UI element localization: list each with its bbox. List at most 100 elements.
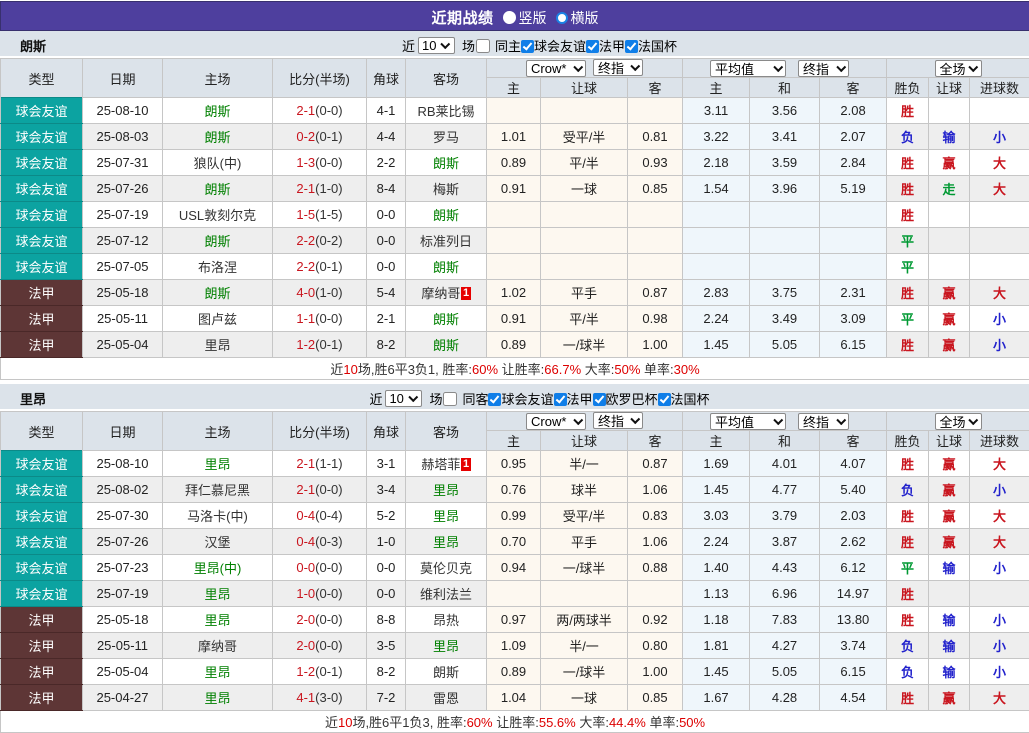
avg-draw: 3.49 [749, 305, 821, 332]
dropdown-Crow*[interactable]: Crow* [526, 413, 586, 430]
score: 1-2(0-1) [272, 658, 367, 685]
result-goals-value: 大 [993, 457, 1007, 472]
header-row-groups: 类型 日期 主场 比分(半场) 角球 客场 Crow* 终指 平均值 终指 全场 [0, 411, 1029, 451]
full-score: 1-1 [296, 311, 316, 326]
away-team-name: 梅斯 [432, 182, 459, 197]
dropdown-10[interactable]: 10 [385, 390, 423, 407]
match-type: 法甲 [0, 658, 83, 685]
full-score: 2-1 [296, 456, 316, 471]
crow-handicap: 平/半 [540, 305, 628, 332]
league-filter[interactable]: 球会友谊 [488, 389, 554, 408]
result-handicap-value: 赢 [942, 338, 956, 353]
layout-radio-horizontal[interactable]: 横版 [555, 8, 599, 28]
checkbox-checked-icon[interactable] [553, 393, 567, 406]
checkbox-checked-icon[interactable] [488, 393, 502, 406]
chevron-down-icon [968, 414, 978, 425]
league-filter[interactable]: 球会友谊 [521, 36, 586, 55]
result-wdl: 胜 [886, 684, 930, 711]
full-score: 0-4 [296, 508, 316, 523]
match-date: 25-05-11 [82, 305, 163, 332]
league-filter-label: 球会友谊 [501, 392, 554, 407]
dropdown-10[interactable]: 10 [417, 37, 455, 54]
radio-horizontal-icon[interactable] [555, 11, 568, 24]
league-filter[interactable]: 法国杯 [625, 36, 677, 55]
dropdown-终指[interactable]: 终指 [798, 412, 850, 430]
match-row: 球会友谊 25-08-10 朗斯 2-1(0-0) 4-1 RB莱比锡 3.11 3.56 2.… [0, 97, 1029, 124]
home-team-name: 图卢兹 [197, 312, 237, 327]
full-score: 2-2 [296, 233, 316, 248]
dropdown-Crow*[interactable]: Crow* [526, 60, 586, 77]
league-filter-label: 法国杯 [638, 39, 678, 54]
result-wdl-value: 负 [901, 483, 915, 498]
radio-vertical-icon[interactable] [502, 11, 516, 24]
checkbox-unchecked-icon[interactable] [443, 391, 458, 406]
dropdown-value: Crow* [531, 61, 567, 76]
avg-home: 3.22 [682, 123, 751, 150]
checkbox-checked-icon[interactable] [586, 40, 600, 53]
result-wdl: 负 [886, 123, 930, 150]
dropdown-终指[interactable]: 终指 [798, 59, 850, 77]
crow-handicap [540, 97, 628, 124]
crow-handicap: 一/球半 [540, 331, 628, 358]
half-score: (0-1) [315, 337, 343, 352]
result-wdl-value: 平 [901, 312, 915, 327]
half-score: (0-1) [315, 664, 343, 679]
col-header: 比分(半场) [272, 58, 367, 98]
half-score: (0-0) [315, 612, 343, 627]
near-label: 近 [369, 392, 383, 407]
score: 1-0(0-0) [272, 580, 367, 607]
checkbox-checked-icon[interactable] [625, 40, 639, 53]
header-group: 全场 [886, 411, 1029, 431]
dropdown-终指[interactable]: 终指 [593, 59, 643, 76]
dropdown-终指[interactable]: 终指 [593, 412, 643, 429]
layout-radio-vertical[interactable]: 竖版 [502, 8, 547, 28]
team-section: 朗斯近 10 场同主 球会友谊 法甲 法国杯 类型 日期 主场 比分(半场) 角球 客场 Crow* 终指… [0, 31, 1029, 380]
score: 1-2(0-1) [272, 331, 367, 358]
avg-draw: 3.75 [749, 279, 821, 306]
checkbox-unchecked-icon[interactable] [475, 38, 490, 53]
crow-away: 0.85 [626, 684, 684, 711]
home-team-name: 马洛卡(中) [187, 509, 248, 524]
corners: 3-4 [366, 476, 406, 503]
avg-away [819, 253, 888, 280]
league-filter[interactable]: 欧罗巴杯 [592, 389, 658, 408]
score: 1-5(1-5) [272, 201, 367, 228]
corners: 2-2 [366, 149, 406, 176]
result-handicap-value: 赢 [942, 457, 956, 472]
result-wdl: 负 [886, 632, 930, 659]
full-score: 2-1 [296, 482, 316, 497]
league-filter[interactable]: 法甲 [586, 36, 625, 55]
home-team: 里昂 [162, 658, 273, 685]
home-team-name: 里昂 [204, 613, 231, 628]
match-row: 法甲 25-05-11 摩纳哥 2-0(0-0) 3-5 里昂 1.09 半/一 0.80 1.8… [0, 632, 1029, 659]
home-team: USL敦刻尔克 [162, 201, 273, 228]
avg-draw [749, 201, 821, 228]
summary-row: 近10场,胜6平3负1, 胜率:60% 让胜率:66.7% 大率:50% 单率:… [0, 357, 1029, 380]
match-type: 法甲 [0, 684, 83, 711]
home-team-name: 朗斯 [204, 130, 231, 145]
dropdown-全场[interactable]: 全场 [934, 412, 982, 430]
league-filter[interactable]: 法国杯 [657, 389, 710, 408]
crow-home: 0.89 [486, 331, 541, 358]
sub-col-header: 让球 [540, 77, 628, 98]
result-handicap: 赢 [928, 502, 971, 529]
checkbox-checked-icon[interactable] [521, 40, 534, 53]
checkbox-checked-icon[interactable] [592, 393, 606, 406]
checkbox-checked-icon[interactable] [657, 393, 671, 406]
half-score: (0-4) [315, 508, 343, 523]
league-filter[interactable]: 法甲 [553, 389, 593, 408]
match-type: 球会友谊 [0, 476, 83, 503]
result-goals-value: 大 [993, 182, 1007, 197]
avg-away: 2.84 [819, 149, 888, 176]
dropdown-平均值[interactable]: 平均值 [710, 59, 787, 77]
away-team: 朗斯 [405, 331, 487, 358]
result-handicap-value: 赢 [942, 509, 956, 524]
home-team: 布洛涅 [162, 253, 273, 280]
avg-draw: 3.41 [749, 123, 821, 150]
result-goals: 小 [969, 123, 1029, 150]
score: 4-0(1-0) [272, 279, 367, 306]
dropdown-平均值[interactable]: 平均值 [710, 412, 787, 430]
match-type: 球会友谊 [0, 253, 83, 280]
dropdown-全场[interactable]: 全场 [934, 59, 982, 77]
result-goals: 小 [969, 606, 1029, 633]
